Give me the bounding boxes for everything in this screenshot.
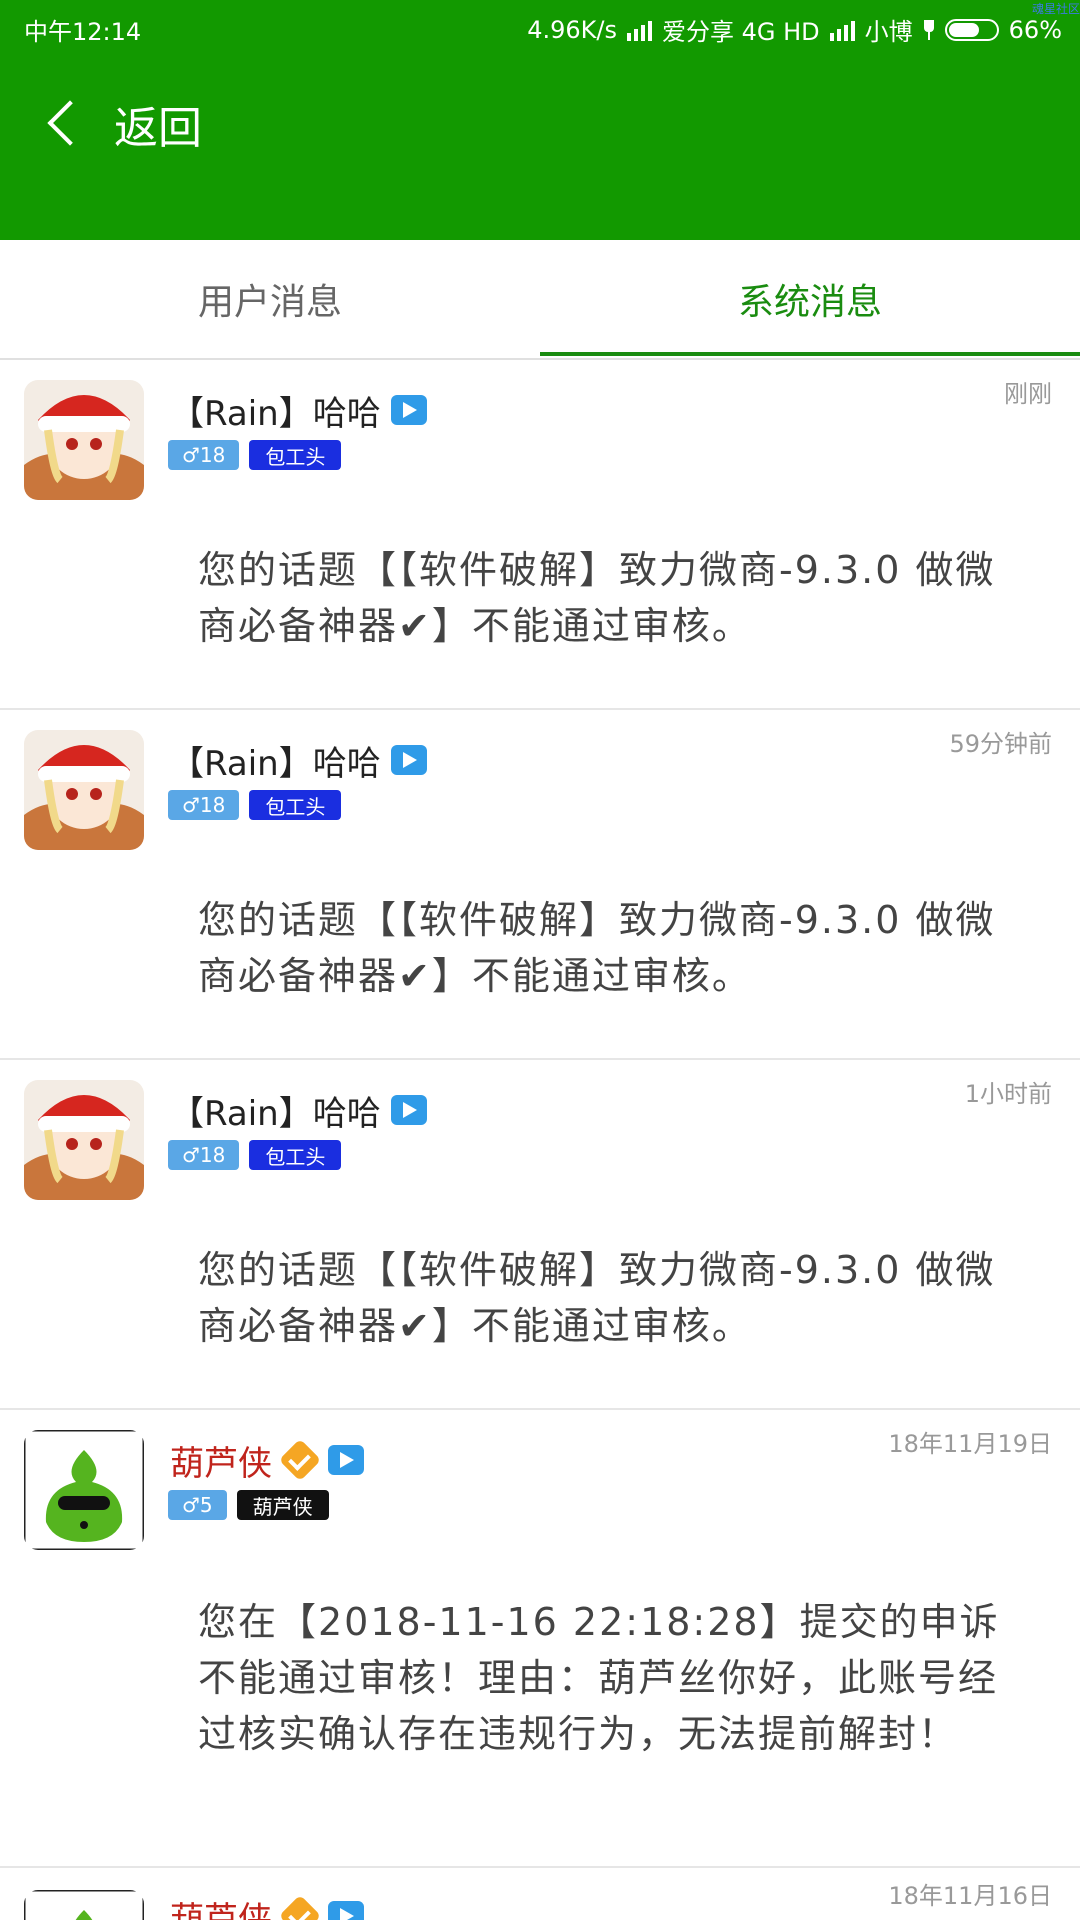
sender-name[interactable]: 【Rain】哈哈 — [170, 1086, 381, 1135]
sender-name-row: 【Rain】哈哈 — [170, 1080, 427, 1140]
network-speed: 4.96K/s — [527, 15, 617, 44]
title-badge: 包工头 — [249, 790, 342, 820]
status-bar: 中午12:14 4.96K/s 爱分享 4G HD 小博 66% 魂星社区 — [0, 0, 1080, 56]
gender-level-badge: ♂18 — [168, 1140, 240, 1170]
back-label: 返回 — [114, 103, 202, 154]
message-time: 1小时前 — [964, 1080, 1052, 1108]
carrier-1: 爱分享 4G HD — [662, 18, 820, 46]
message-time: 18年11月16日 — [888, 1882, 1052, 1910]
video-icon — [328, 1901, 364, 1920]
gourd-avatar-icon — [24, 1890, 144, 1920]
signal-icon — [829, 19, 855, 41]
signal-icon — [627, 19, 652, 41]
charging-icon — [923, 19, 935, 40]
avatar[interactable] — [24, 1080, 144, 1200]
video-icon — [390, 1095, 427, 1125]
anime-girl-avatar-icon — [24, 1080, 144, 1200]
sender-name-row: 葫芦侠 — [170, 1886, 364, 1920]
message-item[interactable]: 葫芦侠 18年11月16日 — [0, 1866, 1080, 1920]
sender-name[interactable]: 【Rain】哈哈 — [170, 736, 381, 785]
message-item[interactable]: 【Rain】哈哈 ♂18 包工头 59分钟前 您的话题【【软件破解】致力微商-9… — [0, 708, 1080, 1060]
title-badge: 包工头 — [249, 440, 342, 470]
video-icon — [328, 1445, 364, 1475]
message-body: 您的话题【【软件破解】致力微商-9.3.0 做微商必备神器✔】不能通过审核。 — [198, 898, 996, 998]
gender-level-badge: ♂18 — [168, 790, 240, 820]
message-time: 59分钟前 — [949, 730, 1052, 758]
message-item[interactable]: 葫芦侠 ♂5 葫芦侠 18年11月19日 您在【2018-11-16 22:18… — [0, 1408, 1080, 1868]
avatar[interactable] — [24, 380, 144, 500]
tab-user-messages[interactable]: 用户消息 — [0, 240, 540, 358]
avatar[interactable] — [24, 730, 144, 850]
sender-name[interactable]: 葫芦侠 — [170, 1436, 272, 1485]
message-body: 您在【2018-11-16 22:18:28】提交的申诉不能通过审核！理由：葫芦… — [198, 1600, 1000, 1756]
gourd-avatar-icon — [24, 1430, 144, 1550]
tab-bar: 用户消息 系统消息 — [0, 240, 1080, 360]
title-badge: 葫芦侠 — [236, 1490, 329, 1520]
anime-girl-avatar-icon — [24, 730, 144, 850]
active-tab-indicator — [540, 352, 1080, 356]
verified-icon — [282, 1898, 318, 1920]
carrier-2: 小博 — [864, 18, 913, 46]
sender-name-row: 葫芦侠 — [170, 1430, 364, 1490]
message-time: 18年11月19日 — [888, 1430, 1052, 1458]
tab-system-messages[interactable]: 系统消息 — [540, 240, 1080, 358]
badge-row: ♂18 包工头 — [168, 440, 342, 470]
badge-row: ♂18 包工头 — [168, 790, 342, 820]
battery-percent: 66% — [1008, 15, 1062, 44]
verified-icon — [282, 1442, 318, 1478]
message-body: 您的话题【【软件破解】致力微商-9.3.0 做微商必备神器✔】不能通过审核。 — [198, 548, 996, 648]
back-button[interactable]: 返回 — [40, 80, 202, 168]
message-item[interactable]: 【Rain】哈哈 ♂18 包工头 刚刚 您的话题【【软件破解】致力微商-9.3.… — [0, 358, 1080, 710]
sender-name-row: 【Rain】哈哈 — [170, 730, 427, 790]
sender-name[interactable]: 【Rain】哈哈 — [170, 386, 381, 435]
status-icons: 4.96K/s 爱分享 4G HD 小博 66% — [527, 12, 1062, 47]
video-icon — [390, 745, 427, 775]
message-body: 您的话题【【软件破解】致力微商-9.3.0 做微商必备神器✔】不能通过审核。 — [198, 1248, 996, 1348]
video-icon — [390, 395, 427, 425]
avatar[interactable] — [24, 1890, 144, 1920]
status-time: 中午12:14 — [24, 18, 142, 46]
badge-row: ♂18 包工头 — [168, 1140, 342, 1170]
message-item[interactable]: 【Rain】哈哈 ♂18 包工头 1小时前 您的话题【【软件破解】致力微商-9.… — [0, 1058, 1080, 1410]
gender-level-badge: ♂5 — [168, 1490, 227, 1520]
title-badge: 包工头 — [249, 1140, 342, 1170]
battery-icon — [944, 18, 999, 41]
sender-name-row: 【Rain】哈哈 — [170, 380, 427, 440]
anime-girl-avatar-icon — [24, 380, 144, 500]
message-time: 刚刚 — [1004, 380, 1052, 408]
watermark: 魂星社区 — [1031, 2, 1080, 16]
avatar[interactable] — [24, 1430, 144, 1550]
chevron-left-icon — [40, 101, 86, 147]
badge-row: ♂5 葫芦侠 — [168, 1490, 329, 1520]
sender-name[interactable]: 葫芦侠 — [170, 1892, 272, 1920]
gender-level-badge: ♂18 — [168, 440, 240, 470]
